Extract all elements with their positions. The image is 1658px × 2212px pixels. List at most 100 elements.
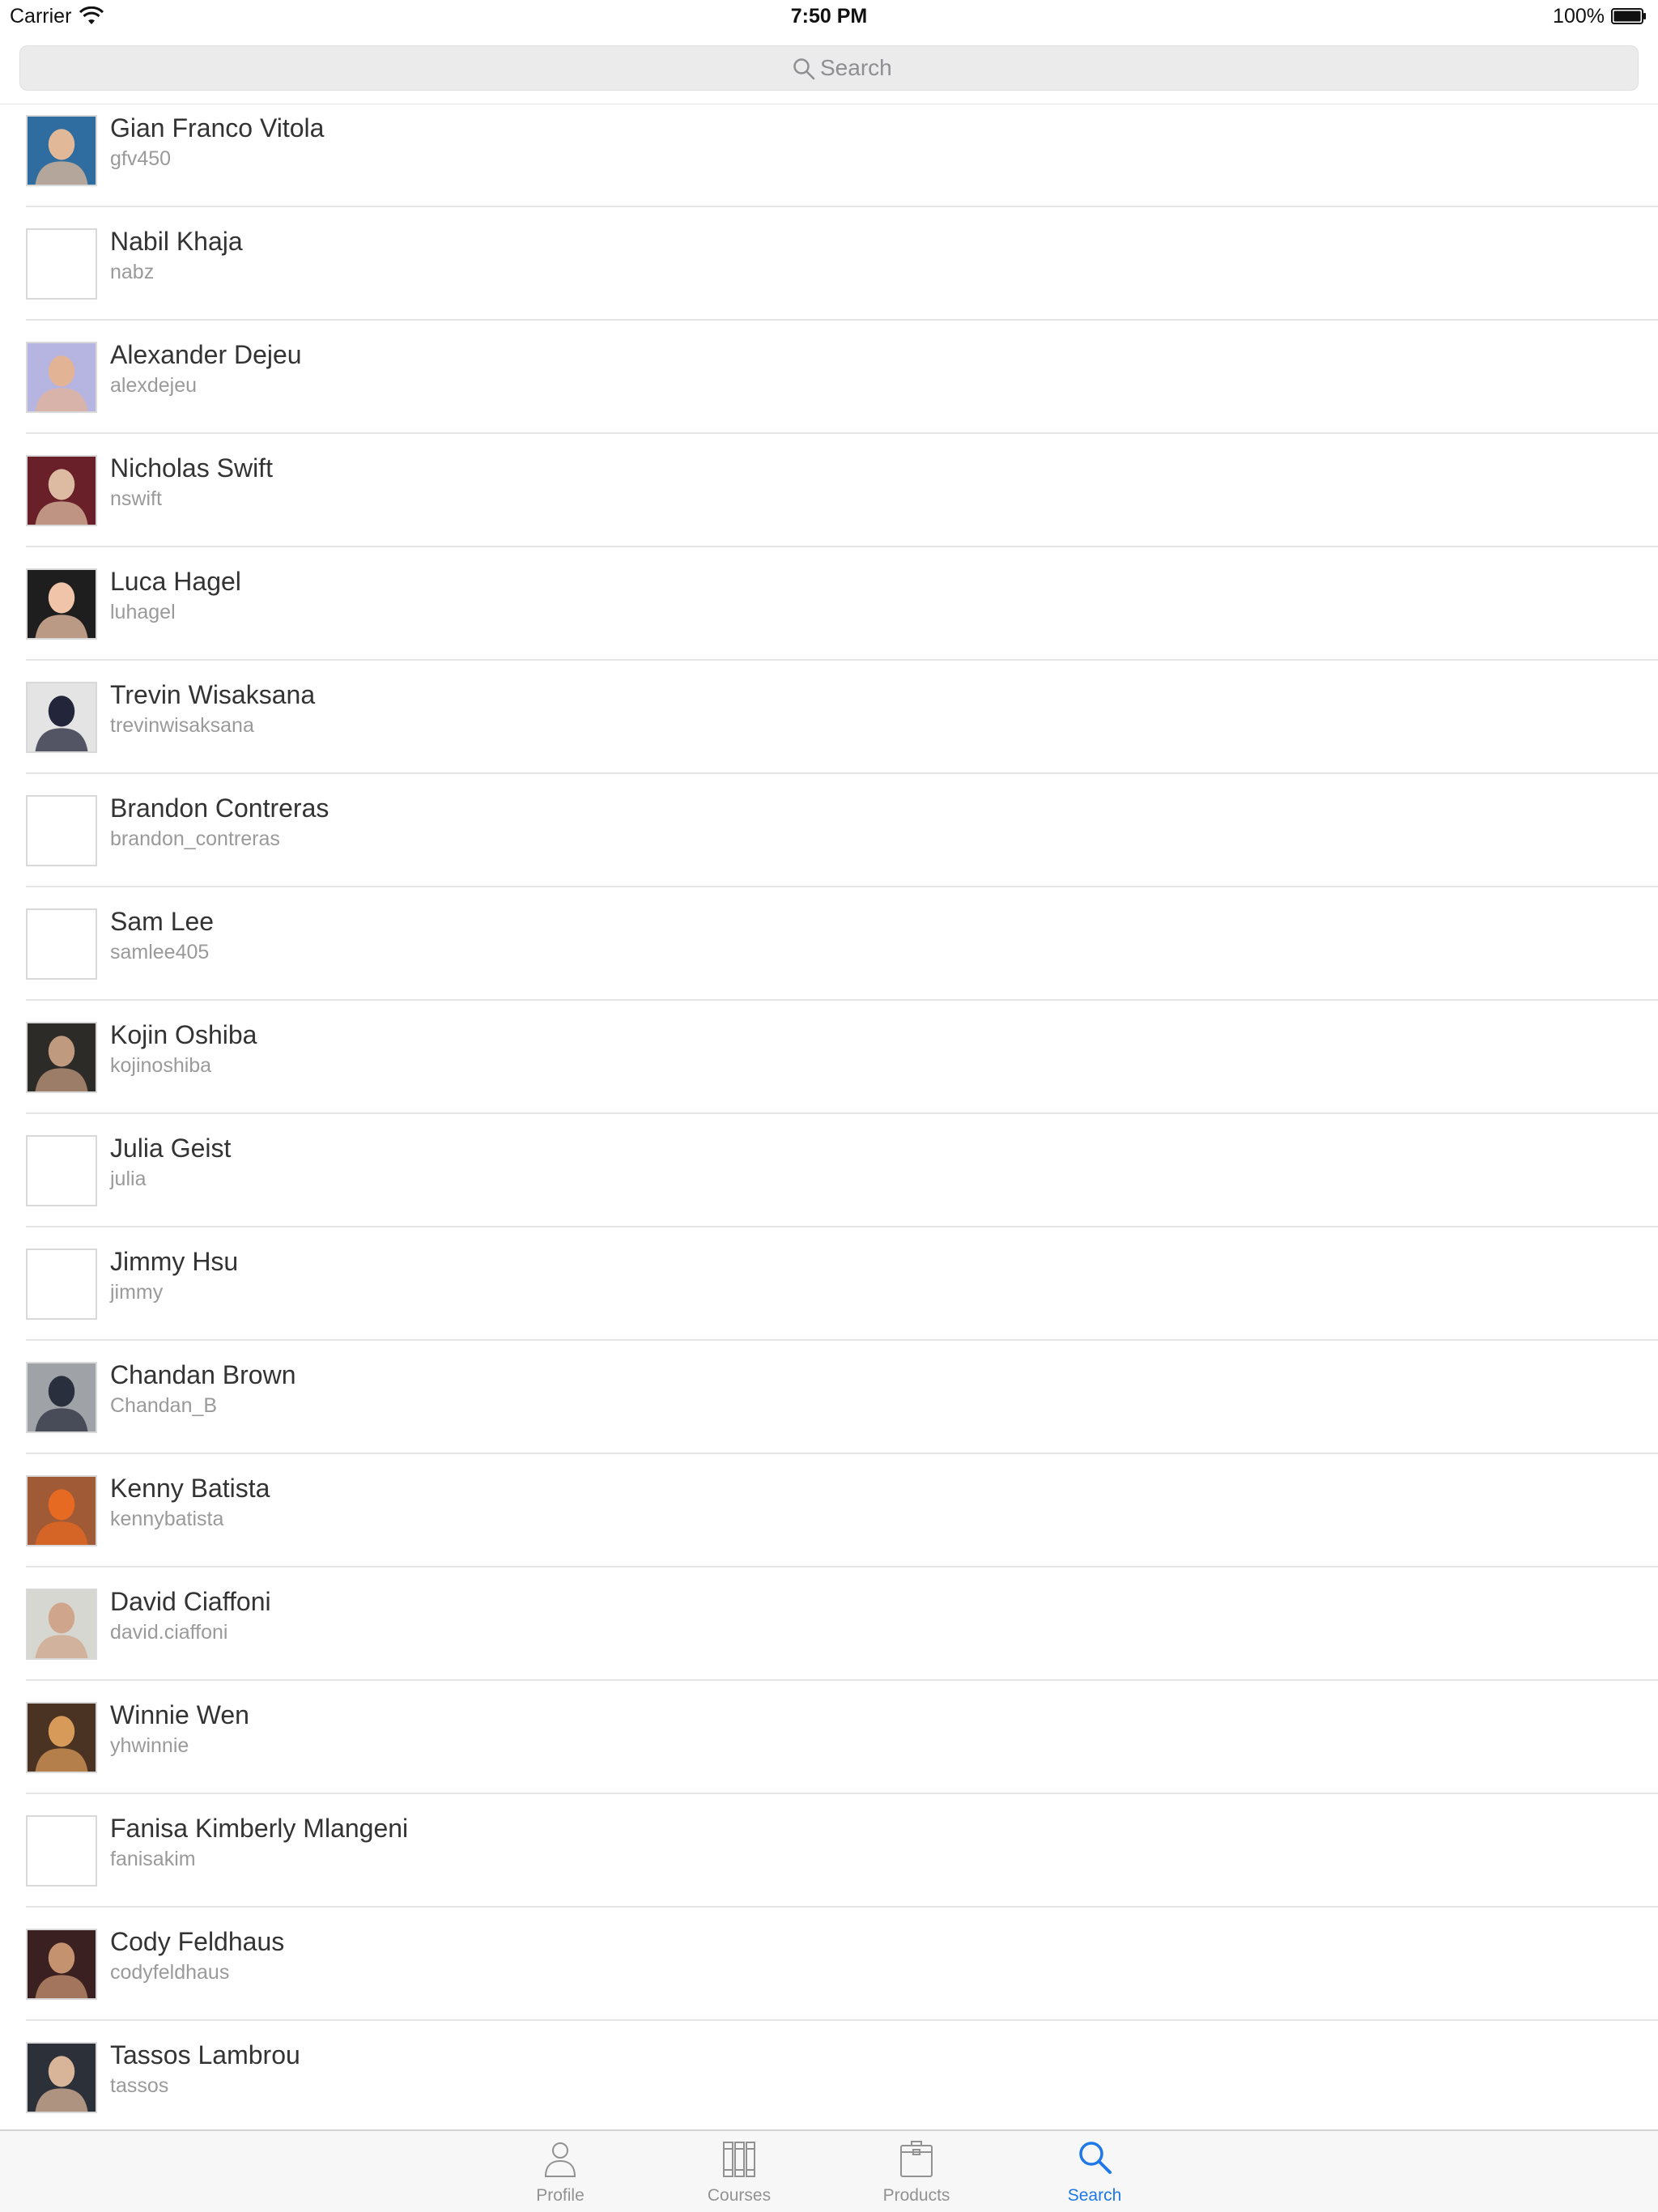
user-name: Chandan Brown <box>110 1360 296 1389</box>
user-row[interactable]: Kenny Batista kennybatista <box>0 1454 1658 1568</box>
user-username: codyfeldhaus <box>110 1961 230 1984</box>
search-icon <box>1079 2142 1112 2174</box>
user-username: nswift <box>110 487 162 510</box>
user-name: Brandon Contreras <box>110 793 329 823</box>
avatar <box>26 908 97 980</box>
avatar <box>26 2042 97 2113</box>
avatar-photo <box>28 457 96 525</box>
avatar-photo <box>28 1477 96 1545</box>
avatar <box>26 1249 97 1320</box>
user-name: Winnie Wen <box>110 1700 249 1729</box>
user-row[interactable]: Winnie Wen yhwinnie <box>0 1681 1658 1794</box>
tab-label: Search <box>1067 2186 1122 2205</box>
user-row[interactable]: Chandan Brown Chandan_B <box>0 1341 1658 1454</box>
tab-label: Profile <box>536 2186 585 2205</box>
user-row[interactable]: Gian Franco Vitola gfv450 <box>0 104 1658 207</box>
user-row[interactable]: Tassos Lambrou tassos <box>0 2021 1658 2129</box>
user-row[interactable]: Nicholas Swift nswift <box>0 434 1658 547</box>
tab-bar: Profile Courses Products Search <box>0 2129 1658 2212</box>
user-username: kennybatista <box>110 1508 224 1530</box>
battery-percent: 100% <box>1553 5 1605 28</box>
user-row[interactable]: Cody Feldhaus codyfeldhaus <box>0 1908 1658 2021</box>
avatar-photo <box>28 1704 96 1772</box>
user-name: Trevin Wisaksana <box>110 680 316 709</box>
user-name: Cody Feldhaus <box>110 1927 285 1956</box>
user-username: fanisakim <box>110 1848 196 1870</box>
user-list-rows: Gian Franco Vitola gfv450 Nabil Khaja nabz A… <box>0 104 1658 2129</box>
avatar <box>26 682 97 753</box>
user-username: yhwinnie <box>110 1734 189 1757</box>
user-username: julia <box>110 1168 147 1190</box>
user-username: alexdejeu <box>110 374 198 397</box>
user-name: Kojin Oshiba <box>110 1020 257 1049</box>
battery-icon <box>1611 8 1646 24</box>
avatar <box>26 795 97 866</box>
avatar-photo <box>28 1590 96 1658</box>
tab-label: Products <box>882 2186 950 2205</box>
user-row[interactable]: Luca Hagel luhagel <box>0 547 1658 661</box>
avatar-photo <box>28 1363 96 1431</box>
user-name: Luca Hagel <box>110 567 241 596</box>
user-name: Julia Geist <box>110 1134 232 1163</box>
user-row[interactable]: Julia Geist julia <box>0 1114 1658 1227</box>
user-username: tassos <box>110 2074 169 2097</box>
user-name: Jimmy Hsu <box>110 1247 239 1276</box>
status-bar: Carrier 7:50 PM 100% <box>0 0 1658 32</box>
user-row[interactable]: Kojin Oshiba kojinoshiba <box>0 1001 1658 1114</box>
avatar <box>26 342 97 413</box>
avatar <box>26 1135 97 1206</box>
tab-products[interactable]: Products <box>844 2131 989 2212</box>
user-username: gfv450 <box>110 147 172 170</box>
user-row[interactable]: Alexander Dejeu alexdejeu <box>0 321 1658 434</box>
avatar-photo <box>28 343 96 411</box>
tab-courses[interactable]: Courses <box>666 2131 812 2212</box>
user-row[interactable]: Jimmy Hsu jimmy <box>0 1227 1658 1341</box>
user-name: Tassos Lambrou <box>110 2040 300 2069</box>
magnifier-icon <box>793 58 815 80</box>
user-username: david.ciaffoni <box>110 1621 228 1644</box>
user-username: nabz <box>110 261 155 283</box>
user-row[interactable]: David Ciaffoni david.ciaffoni <box>0 1568 1658 1681</box>
avatar <box>26 115 97 186</box>
user-list[interactable]: Gian Franco Vitola gfv450 Nabil Khaja nabz A… <box>0 104 1658 2129</box>
user-name: Alexander Dejeu <box>110 340 302 369</box>
avatar-photo <box>28 117 96 185</box>
user-row[interactable]: Trevin Wisaksana trevinwisaksana <box>0 661 1658 774</box>
user-name: Nicholas Swift <box>110 453 273 483</box>
avatar <box>26 1362 97 1433</box>
avatar-photo <box>28 570 96 638</box>
search-input[interactable] <box>820 53 1144 83</box>
avatar <box>26 228 97 300</box>
tab-label: Courses <box>707 2186 772 2205</box>
user-username: Chandan_B <box>110 1394 218 1417</box>
avatar <box>26 1022 97 1093</box>
user-name: Sam Lee <box>110 907 215 936</box>
tab-profile[interactable]: Profile <box>487 2131 633 2212</box>
user-username: samlee405 <box>110 941 210 963</box>
user-name: Gian Franco Vitola <box>110 113 325 143</box>
avatar-photo <box>28 683 96 751</box>
user-username: luhagel <box>110 601 176 623</box>
avatar <box>26 568 97 640</box>
search-area <box>0 32 1658 104</box>
avatar <box>26 1929 97 2000</box>
user-username: trevinwisaksana <box>110 714 254 737</box>
user-username: jimmy <box>110 1281 164 1304</box>
user-username: kojinoshiba <box>110 1054 212 1077</box>
user-row[interactable]: Brandon Contreras brandon_contreras <box>0 774 1658 887</box>
user-row[interactable]: Fanisa Kimberly Mlangeni fanisakim <box>0 1794 1658 1908</box>
user-name: Kenny Batista <box>110 1474 270 1503</box>
avatar-photo <box>28 2044 96 2112</box>
user-row[interactable]: Sam Lee samlee405 <box>0 887 1658 1001</box>
avatar <box>26 1475 97 1546</box>
avatar <box>26 1589 97 1660</box>
profile-icon <box>544 2142 576 2177</box>
avatar <box>26 1815 97 1887</box>
avatar-photo <box>28 1930 96 1998</box>
user-name: Nabil Khaja <box>110 227 243 256</box>
products-icon <box>900 2141 933 2177</box>
tab-search[interactable]: Search <box>1022 2131 1167 2212</box>
user-row[interactable]: Nabil Khaja nabz <box>0 207 1658 321</box>
courses-icon <box>723 2142 755 2177</box>
search-bar[interactable] <box>19 45 1639 91</box>
